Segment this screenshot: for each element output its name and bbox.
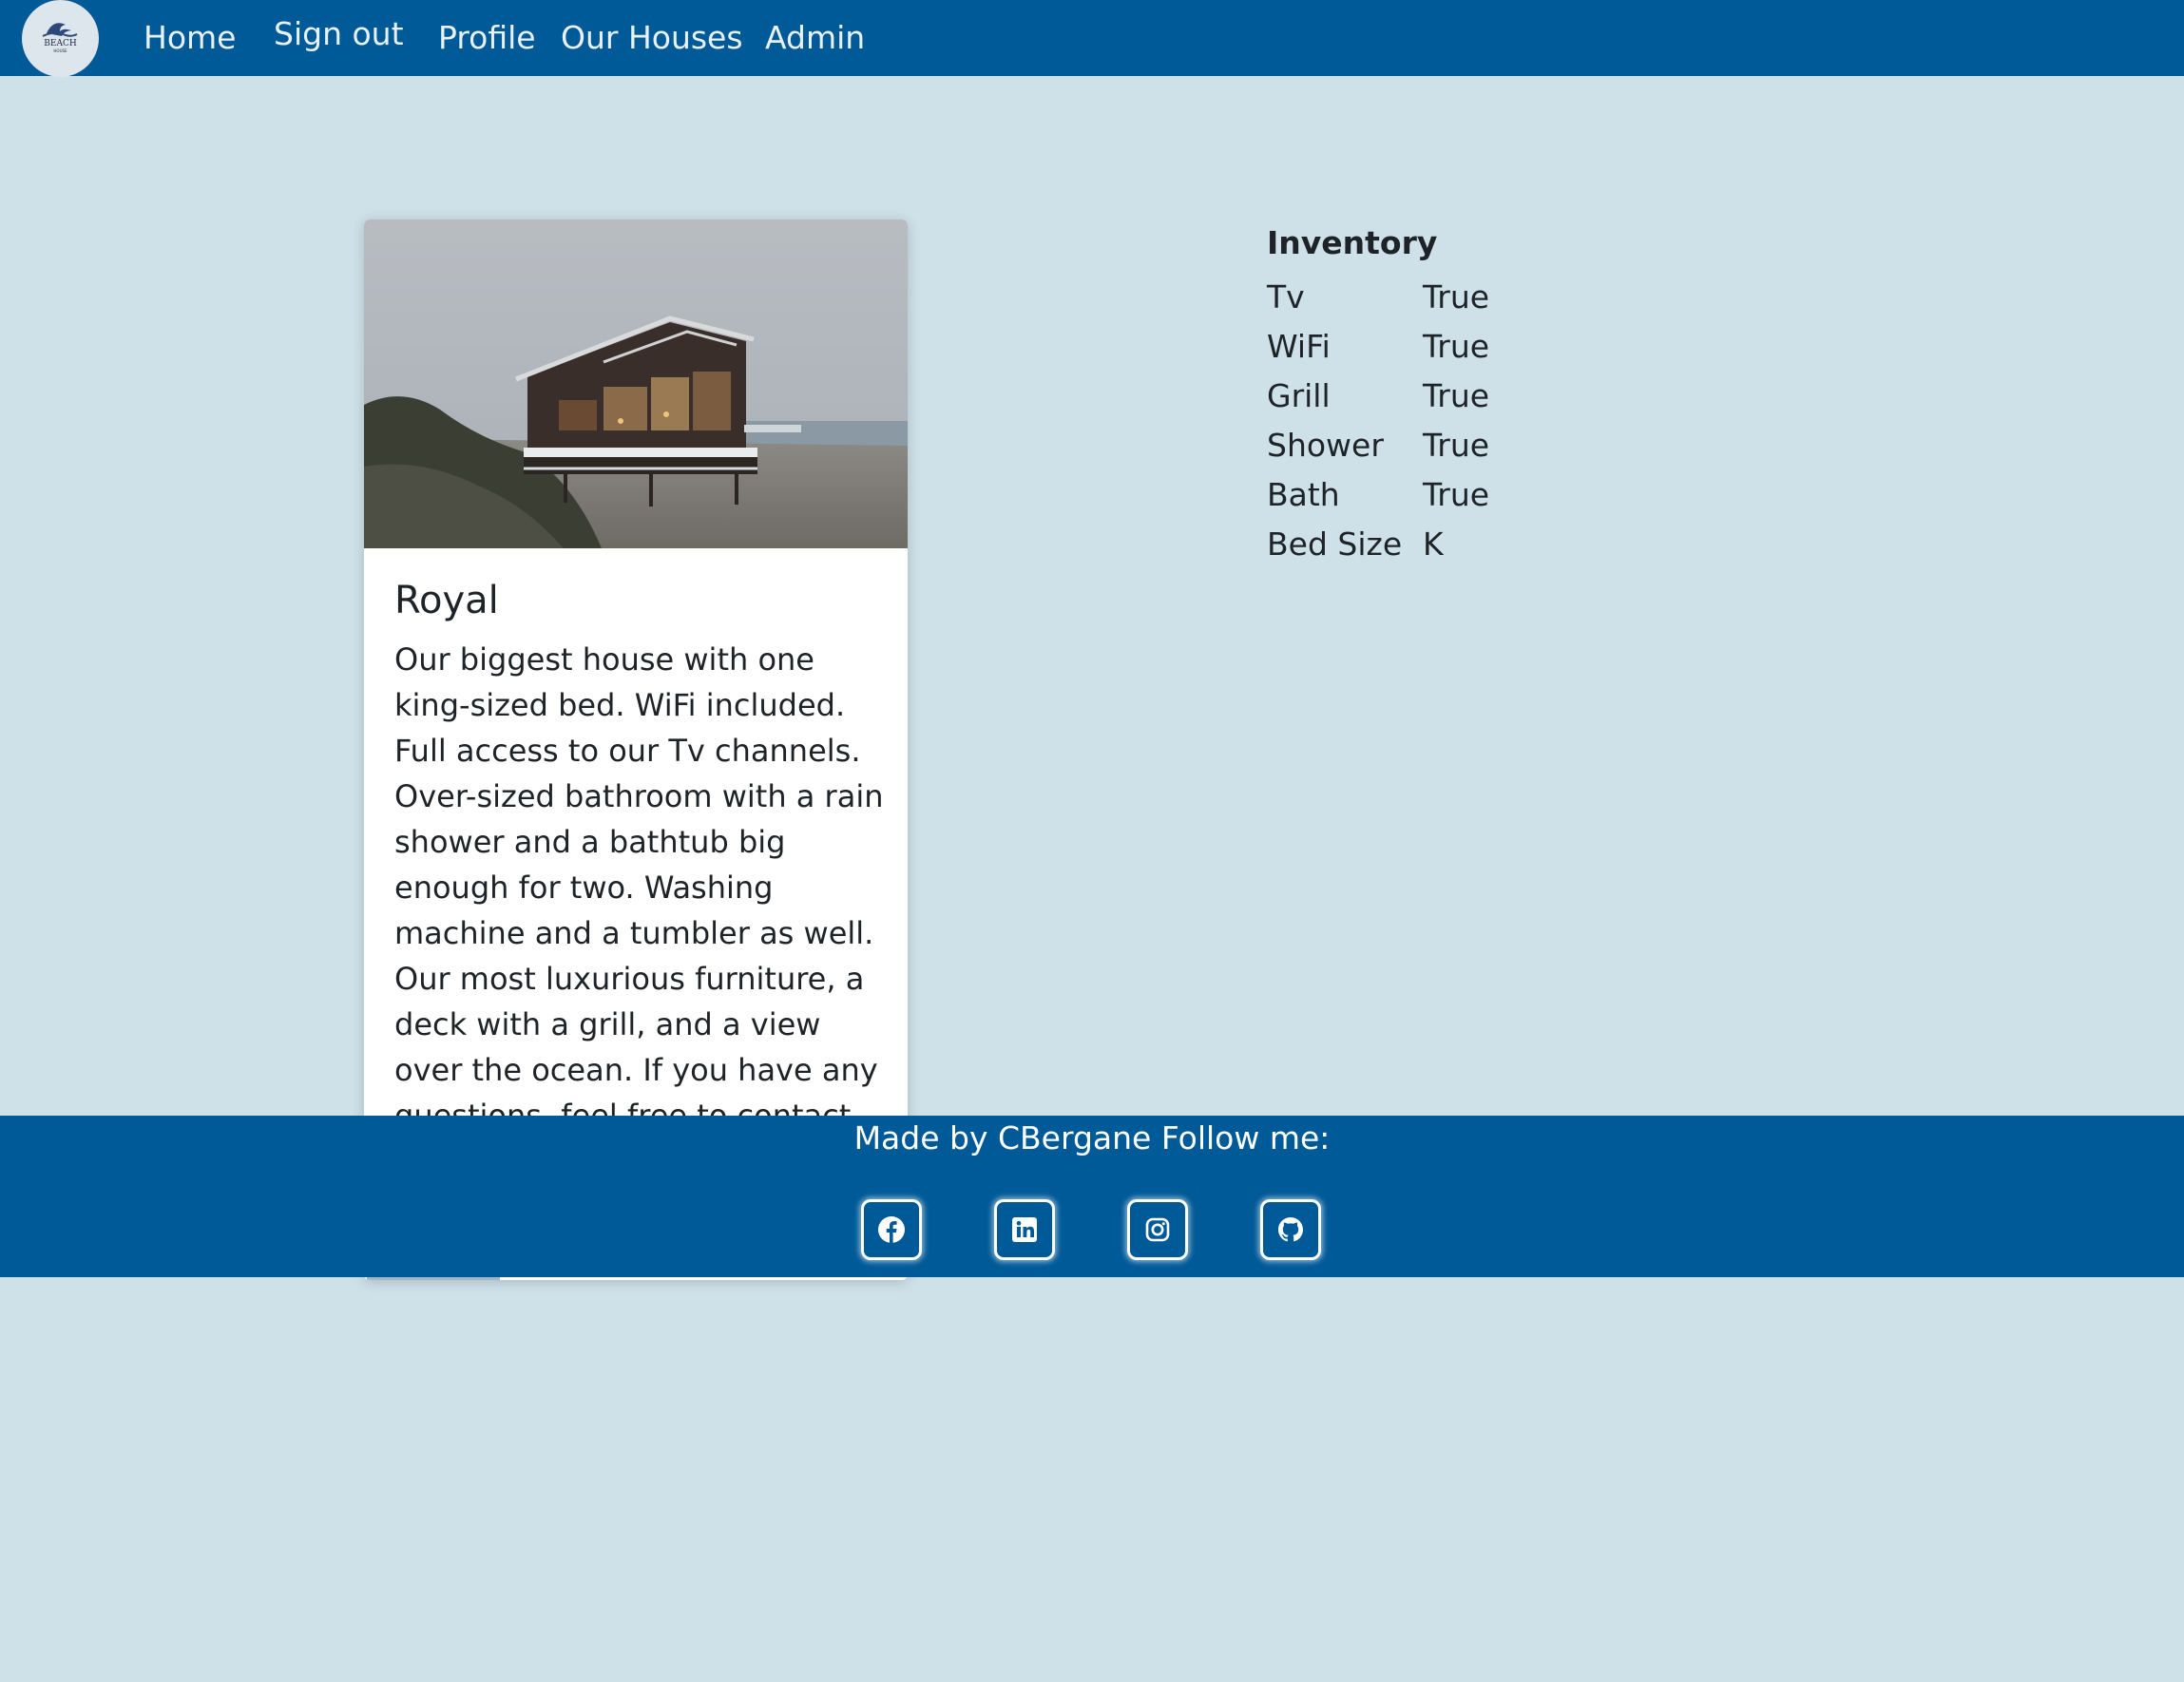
github-button[interactable]: [1260, 1199, 1321, 1260]
inventory-value: True: [1423, 327, 1490, 365]
inventory-row: WiFi True: [1267, 321, 1489, 371]
inventory-key: Bath: [1267, 475, 1340, 513]
house-description: Our biggest house with one king-sized be…: [394, 641, 884, 1134]
inventory-table: Tv True WiFi True Grill True Shower True…: [1267, 272, 1489, 568]
beach-house-photo: [364, 220, 908, 548]
footer: Made by CBergane Follow me:: [0, 1116, 2184, 1277]
inventory-value: K: [1423, 525, 1444, 563]
inventory-key: Bed Size: [1267, 525, 1403, 563]
nav-sign-out-link[interactable]: Sign out: [274, 13, 404, 55]
nav-our-houses-link[interactable]: Our Houses: [561, 17, 743, 59]
linkedin-icon: [1012, 1217, 1037, 1242]
nav-profile-link[interactable]: Profile: [438, 17, 536, 59]
inventory-row: Tv True: [1267, 272, 1489, 321]
nav-admin-link[interactable]: Admin: [765, 17, 865, 59]
inventory-row: Grill True: [1267, 371, 1489, 420]
inventory-row: Bed Size K: [1267, 519, 1489, 568]
logo-text: BEACH: [44, 39, 77, 48]
inventory-title: Inventory: [1267, 224, 1438, 261]
linkedin-button[interactable]: [994, 1199, 1055, 1260]
instagram-button[interactable]: [1127, 1199, 1188, 1260]
beach-house-logo[interactable]: BEACH HOUSE: [22, 0, 99, 77]
nav-home-link[interactable]: Home: [144, 17, 236, 59]
inventory-panel: Inventory Tv True WiFi True Grill True S…: [1267, 222, 1489, 568]
navbar: BEACH HOUSE Home Sign out Profile Our Ho…: [0, 0, 2184, 77]
inventory-key: Tv: [1267, 277, 1305, 315]
inventory-value: True: [1423, 376, 1490, 414]
card-body: Royal Our biggest house with one king-si…: [364, 548, 908, 1138]
footer-credit: Made by CBergane Follow me:: [853, 1119, 1331, 1156]
facebook-button[interactable]: [861, 1199, 922, 1260]
inventory-value: True: [1423, 426, 1490, 464]
card-bottom-divider: [367, 1277, 500, 1280]
inventory-value: True: [1423, 277, 1490, 315]
instagram-icon: [1145, 1217, 1170, 1242]
inventory-key: WiFi: [1267, 327, 1331, 365]
inventory-row: Bath True: [1267, 469, 1489, 519]
wave-icon: BEACH HOUSE: [42, 23, 78, 53]
inventory-key: Grill: [1267, 376, 1331, 414]
inventory-row: Shower True: [1267, 420, 1489, 469]
inventory-value: True: [1423, 475, 1490, 513]
logo-subtext: HOUSE: [53, 48, 67, 53]
facebook-icon: [878, 1216, 905, 1243]
house-title: Royal: [394, 579, 499, 622]
github-icon: [1278, 1217, 1303, 1242]
inventory-key: Shower: [1267, 426, 1384, 464]
